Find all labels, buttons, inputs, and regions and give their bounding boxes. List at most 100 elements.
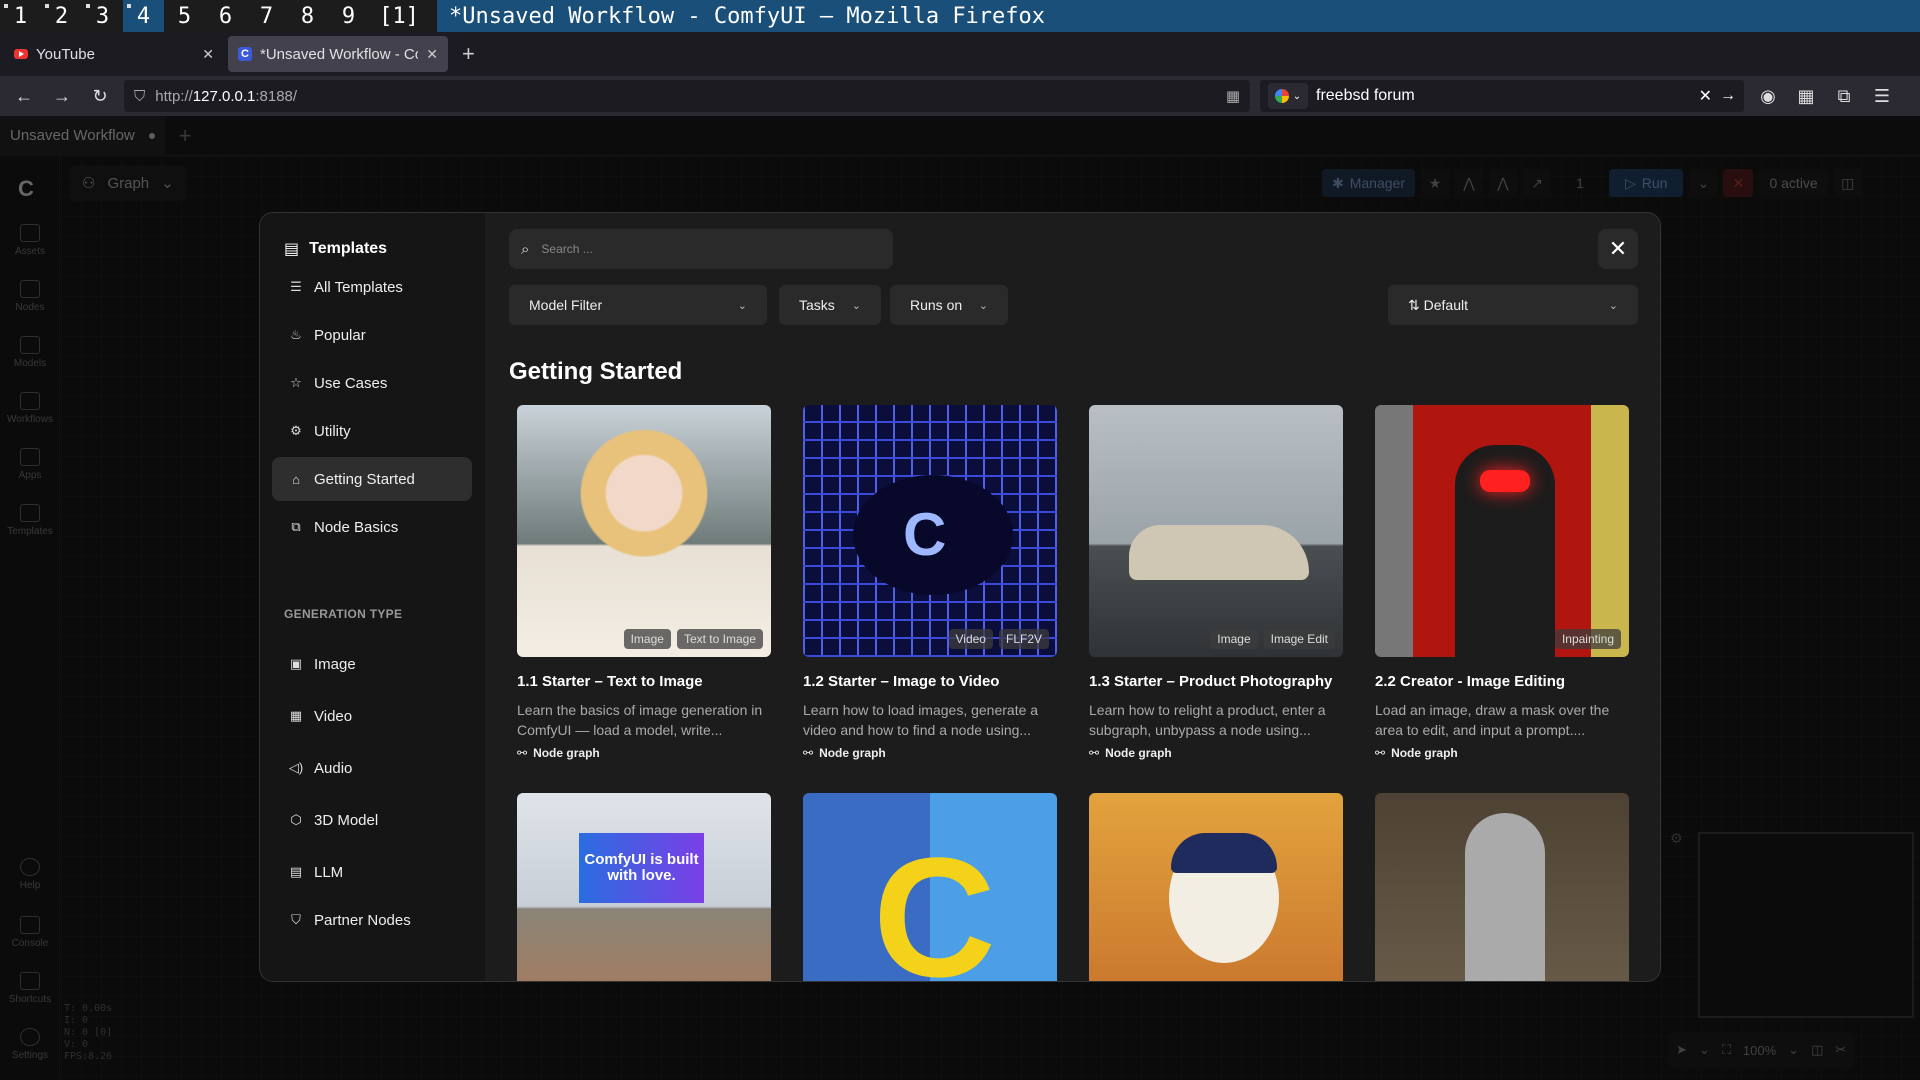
tag-list: Image Text to Image [623,629,763,649]
speaker-icon: ◁) [288,760,304,775]
workspace-2[interactable]: 2 [41,0,82,32]
layout-indicator: [1] [379,3,419,29]
back-icon[interactable]: ← [10,82,38,110]
template-card[interactable]: C [803,793,1057,981]
tag: Image [1210,629,1258,649]
filter-label: Runs on [910,297,963,313]
close-button[interactable]: ✕ [1598,229,1638,269]
menu-icon[interactable]: ☰ [1868,82,1896,110]
list-icon: ☰ [290,279,302,294]
nav-audio[interactable]: ◁) Audio [272,746,472,790]
nav-label: Utility [314,422,351,440]
nav-use-cases[interactable]: ☆ Use Cases [272,361,472,405]
workspace-6[interactable]: 6 [205,0,246,32]
workspace-4[interactable]: 4 [123,0,164,32]
search-placeholder: Search ... [541,242,593,256]
ublock-icon[interactable]: ◉ [1754,82,1782,110]
template-card[interactable] [1375,793,1629,981]
template-card[interactable]: Inpainting 2.2 Creator - Image Editing L… [1375,405,1629,760]
chevron-down-icon: ⌄ [1608,299,1618,312]
tab-comfyui[interactable]: C *Unsaved Workflow - Con ✕ [228,36,448,72]
template-thumbnail: Image Text to Image [517,405,771,657]
card-title: 1.1 Starter – Text to Image [517,673,703,690]
nav-node-basics[interactable]: ⧉ Node Basics [272,505,472,549]
chevron-down-icon: ⌄ [978,299,988,312]
nav-all-templates[interactable]: ☰ All Templates [272,265,472,309]
tag: Video [948,629,993,649]
nav-popular[interactable]: ♨ Popular [272,313,472,357]
workspace-5[interactable]: 5 [164,0,205,32]
nav-label: Node Basics [314,518,399,536]
chevron-down-icon: ⌄ [737,299,747,312]
templates-sidebar: ▤ Templates ☰ All Templates ♨ Popular ☆ Use… [260,213,485,981]
tab-youtube[interactable]: YouTube ✕ [4,36,224,72]
tab-label: *Unsaved Workflow - Con [260,45,419,63]
go-arrow-icon[interactable]: → [1720,87,1736,105]
close-tab-icon[interactable]: ✕ [426,46,438,63]
template-card[interactable]: ComfyUI is built with love. [517,793,771,981]
node-graph-icon: ⚯ [1089,746,1100,760]
search-engine-selector[interactable]: ⌄ [1268,83,1308,109]
new-tab-button[interactable]: + [452,41,485,67]
youtube-icon [14,49,28,59]
chat-icon: ▤ [289,864,303,879]
nav-getting-started[interactable]: ⌂ Getting Started [272,457,472,501]
template-card[interactable]: C Video FLF2V 1.2 Starter – Image to Vide… [803,405,1057,760]
nav-image[interactable]: ▣ Image [272,642,472,686]
forward-icon[interactable]: → [48,82,76,110]
close-tab-icon[interactable]: ✕ [202,46,214,63]
template-card[interactable] [1089,793,1343,981]
url-bar[interactable]: ⛉ http://127.0.0.1:8188/ ▦ [124,80,1250,112]
handshake-icon: ⛉ [291,912,301,927]
template-card[interactable]: Image Image Edit 1.3 Starter – Product Ph… [1089,405,1343,760]
workspace-7[interactable]: 7 [246,0,287,32]
sort-dropdown[interactable]: ⇅ Default ⌄ [1388,285,1638,325]
runs-on-dropdown[interactable]: Runs on ⌄ [890,285,1008,325]
nav-label: 3D Model [314,811,379,829]
billboard: ComfyUI is built with love. [579,833,704,903]
window-title: *Unsaved Workflow - ComfyUI — Mozilla Fi… [437,0,1920,32]
tag-list: Inpainting [1554,629,1621,649]
nav-video[interactable]: ▦ Video [272,694,472,738]
tasks-dropdown[interactable]: Tasks ⌄ [779,285,881,325]
grid-icon[interactable]: ▦ [1792,82,1820,110]
nav-partner-nodes[interactable]: ⛉ Partner Nodes [272,898,472,942]
image-icon: ▣ [289,656,303,671]
extensions-icon[interactable]: ⧉ [1830,82,1858,110]
node-graph-icon: ⚯ [1375,746,1386,760]
card-title: 1.2 Starter – Image to Video [803,673,1000,690]
comfy-logo-shape: C [903,501,947,568]
filter-label: Default [1423,296,1468,313]
shield-icon[interactable]: ⛉ [134,88,145,105]
template-thumbnail: ComfyUI is built with love. [517,793,771,981]
reload-icon[interactable]: ↻ [86,82,114,110]
blocks-icon: ⧉ [291,519,301,534]
workspace-1[interactable]: 1 [0,0,41,32]
search-icon: ⌕ [521,240,530,258]
model-filter-dropdown[interactable]: Model Filter ⌄ [509,285,767,325]
templates-dialog: ▤ Templates ☰ All Templates ♨ Popular ☆ Use… [259,212,1661,982]
star-icon: ☆ [290,375,302,390]
nav-label: All Templates [314,278,403,296]
search-bar[interactable]: ⌄ freebsd forum ✕ → [1260,80,1744,112]
section-title: Getting Started [509,358,683,385]
nav-utility[interactable]: ⚙ Utility [272,409,472,453]
nav-3d-model[interactable]: ⬡ 3D Model [272,798,472,842]
nav-llm[interactable]: ▤ LLM [272,850,472,894]
cube-icon: ⬡ [290,812,302,827]
nav-label: Getting Started [314,470,415,488]
extensions-grid-icon[interactable]: ▦ [1226,87,1240,105]
comfyui-icon: C [238,47,252,61]
templates-search-input[interactable]: ⌕ Search ... [509,229,893,269]
search-query: freebsd forum [1316,87,1415,104]
nav-label: LLM [314,863,344,881]
template-thumbnail [1375,793,1629,981]
tag: Inpainting [1554,629,1621,649]
workspace-8[interactable]: 8 [287,0,328,32]
workspace-9[interactable]: 9 [328,0,369,32]
clear-icon[interactable]: ✕ [1699,86,1712,106]
template-card[interactable]: Image Text to Image 1.1 Starter – Text to… [517,405,771,760]
workspace-3[interactable]: 3 [82,0,123,32]
wm-bar: 1 2 3 4 5 6 7 8 9 [1] *Unsaved Workflow … [0,0,1920,32]
browser-nav-bar: ← → ↻ ⛉ http://127.0.0.1:8188/ ▦ ⌄ freeb… [0,76,1920,116]
